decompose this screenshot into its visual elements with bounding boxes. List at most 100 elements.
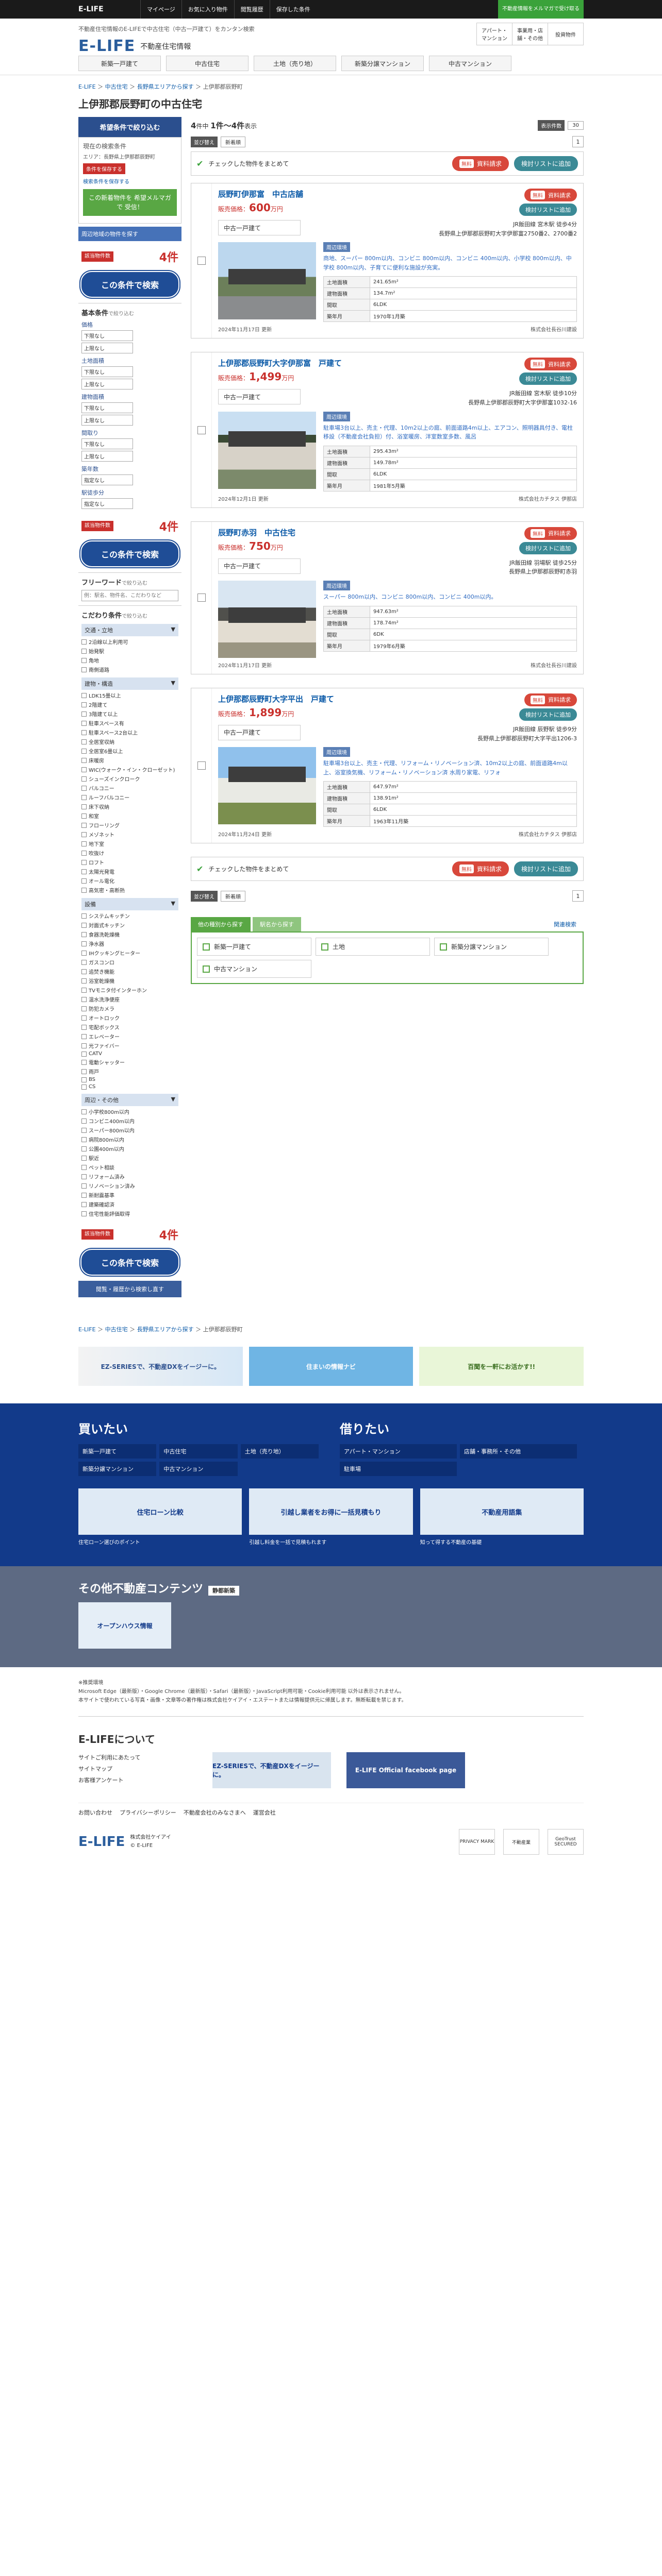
property-name[interactable]: 辰野町伊那富 中古店舗 <box>218 189 303 199</box>
condition-checkbox[interactable]: バルコニー <box>81 784 178 792</box>
land-min-select[interactable]: 下限なし <box>81 366 133 377</box>
condition-checkbox[interactable]: 南側道路 <box>81 666 178 673</box>
condition-checkbox[interactable]: 新耐震基準 <box>81 1191 178 1199</box>
crumb-used[interactable]: 中古住宅 <box>105 83 128 90</box>
checkbox-icon[interactable] <box>81 702 87 707</box>
nav-new-house[interactable]: 新築一戸建て <box>78 56 161 71</box>
condition-checkbox[interactable]: リフォーム済み <box>81 1173 178 1180</box>
condition-checkbox[interactable]: 宅配ボックス <box>81 1023 178 1031</box>
company-name[interactable]: 株式会社カチタス 伊那店 <box>519 830 577 838</box>
bldg-min-select[interactable]: 下限なし <box>81 402 133 413</box>
openhouse-banner[interactable]: オープンハウス情報 <box>78 1602 171 1649</box>
checkbox-icon[interactable] <box>81 639 87 645</box>
property-photo[interactable] <box>218 580 316 658</box>
condition-checkbox[interactable]: 雨戸 <box>81 1067 178 1075</box>
property-photo[interactable] <box>218 747 316 825</box>
checkbox-icon[interactable] <box>81 822 87 828</box>
condition-checkbox[interactable]: ペット相談 <box>81 1163 178 1171</box>
favorite-button[interactable]: 検討リストに追加 <box>519 708 577 721</box>
checkbox-icon[interactable] <box>81 1211 87 1216</box>
checkbox-icon[interactable] <box>81 1015 87 1021</box>
property-name[interactable]: 上伊那郡辰野町大字平出 戸建て <box>218 693 334 704</box>
category-building[interactable]: 建物・構造 ▼ <box>81 677 178 690</box>
checkbox-icon[interactable] <box>81 1183 87 1189</box>
checkbox-icon[interactable] <box>81 1043 87 1048</box>
footer-rent-link[interactable]: アパート・マンション <box>340 1444 457 1459</box>
condition-checkbox[interactable]: 建築確認済 <box>81 1200 178 1208</box>
checkbox-icon[interactable] <box>81 913 87 919</box>
condition-checkbox[interactable]: ルーフバルコニー <box>81 793 178 801</box>
checkbox-icon[interactable] <box>81 1077 87 1082</box>
other-new-mansion[interactable]: 新築分譲マンション <box>434 938 549 956</box>
checkbox-icon[interactable] <box>81 667 87 672</box>
footer-buy-link[interactable]: 土地（売り地） <box>240 1444 319 1459</box>
search-button[interactable]: この条件で検索 <box>80 271 179 298</box>
property-checkbox[interactable] <box>197 594 206 602</box>
sort-select-bottom[interactable]: 新着順 <box>221 890 245 902</box>
other-new-house[interactable]: 新築一戸建て <box>197 938 311 956</box>
condition-checkbox[interactable]: CS <box>81 1084 178 1090</box>
condition-checkbox[interactable]: 太陽光発電 <box>81 868 178 875</box>
footer-buy-link[interactable]: 中古マンション <box>159 1462 238 1476</box>
condition-checkbox[interactable]: 2階建て <box>81 701 178 708</box>
history-search-link[interactable]: 閲覧・履歴から検索し直す <box>78 1281 181 1297</box>
nav-new-mansion[interactable]: 新築分譲マンション <box>341 56 424 71</box>
search-button-2[interactable]: この条件で検索 <box>80 540 179 567</box>
other-used-mansion[interactable]: 中古マンション <box>197 960 311 978</box>
checkbox-icon[interactable] <box>81 1192 87 1198</box>
footer-rent-link[interactable]: 駐車場 <box>340 1462 457 1476</box>
walk-select[interactable]: 指定なし <box>81 498 133 509</box>
checkbox-icon[interactable] <box>81 1174 87 1179</box>
condition-checkbox[interactable]: 吹抜け <box>81 849 178 857</box>
mail-link[interactable]: 検索条件を保存する <box>83 178 177 186</box>
checkbox-icon[interactable] <box>81 692 87 698</box>
checkbox-icon[interactable] <box>81 730 87 735</box>
search-button-3[interactable]: この条件で検索 <box>80 1249 179 1276</box>
condition-checkbox[interactable]: 対面式キッチン <box>81 921 178 929</box>
checkbox-icon[interactable] <box>81 1155 87 1161</box>
footer-buy-link[interactable]: 中古住宅 <box>159 1444 238 1459</box>
condition-checkbox[interactable]: 角地 <box>81 656 178 664</box>
crumb-home[interactable]: E-LIFE <box>78 83 96 90</box>
mailmag-promo[interactable]: この新着物件を 希望メルマガで 受信！ <box>83 189 177 216</box>
nav-used-house[interactable]: 中古住宅 <box>166 56 249 71</box>
moving-banner[interactable]: 引越し業者をお得に一括見積もり <box>249 1488 413 1535</box>
condition-checkbox[interactable]: ガスコンロ <box>81 958 178 966</box>
condition-checkbox[interactable]: システムキッチン <box>81 912 178 920</box>
favorite-button[interactable]: 検討リストに追加 <box>519 372 577 385</box>
condition-checkbox[interactable]: オートロック <box>81 1014 178 1022</box>
page-number-bottom[interactable]: 1 <box>572 890 584 902</box>
property-name[interactable]: 上伊那郡辰野町大字伊那富 戸建て <box>218 358 342 368</box>
category-surroundings[interactable]: 周辺・その他 ▼ <box>81 1094 178 1106</box>
freeword-input[interactable] <box>81 590 178 601</box>
checkbox-icon[interactable] <box>81 720 87 726</box>
condition-checkbox[interactable]: 追焚き機能 <box>81 968 178 975</box>
condition-checkbox[interactable]: オール電化 <box>81 877 178 885</box>
category-equipment[interactable]: 設備 ▼ <box>81 898 178 910</box>
nearby-area-link[interactable]: 周辺地域の物件を探す <box>78 227 181 241</box>
nav-land[interactable]: 土地（売り地） <box>254 56 336 71</box>
hyakubun-banner[interactable]: 百聞を一軒にお活かす!! <box>419 1347 584 1386</box>
history-link[interactable]: 閲覧履歴 <box>234 0 270 19</box>
condition-checkbox[interactable]: 浄水器 <box>81 940 178 947</box>
condition-checkbox[interactable]: 小学校800m以内 <box>81 1108 178 1115</box>
condition-checkbox[interactable]: 全居室6畳以上 <box>81 747 178 755</box>
condition-checkbox[interactable]: 電動シャッター <box>81 1058 178 1066</box>
tab-station[interactable]: 駅名から探す <box>253 917 301 932</box>
age-select[interactable]: 指定なし <box>81 474 133 485</box>
rent-link[interactable]: アパート・マンション <box>476 23 512 45</box>
condition-checkbox[interactable]: 2沿線以上利用可 <box>81 638 178 646</box>
condition-checkbox[interactable]: 高気密・高断熱 <box>81 886 178 894</box>
display-count-select[interactable]: 30 <box>568 121 584 130</box>
condition-checkbox[interactable]: リノベーション済み <box>81 1182 178 1190</box>
business-link[interactable]: 事業用・店舗・その他 <box>512 23 548 45</box>
condition-checkbox[interactable]: 住宅性能評価取得 <box>81 1210 178 1217</box>
condition-checkbox[interactable]: 浴室乾燥機 <box>81 977 178 985</box>
footer-buy-link[interactable]: 新築一戸建て <box>78 1444 157 1459</box>
checkbox-icon[interactable] <box>81 987 87 993</box>
condition-checkbox[interactable]: 床暖房 <box>81 756 178 764</box>
page-number[interactable]: 1 <box>572 136 584 147</box>
property-name[interactable]: 辰野町赤羽 中古住宅 <box>218 527 295 538</box>
related-search-link[interactable]: 関連検索 <box>547 917 584 931</box>
request-button[interactable]: 無料 資料請求 <box>524 358 577 371</box>
